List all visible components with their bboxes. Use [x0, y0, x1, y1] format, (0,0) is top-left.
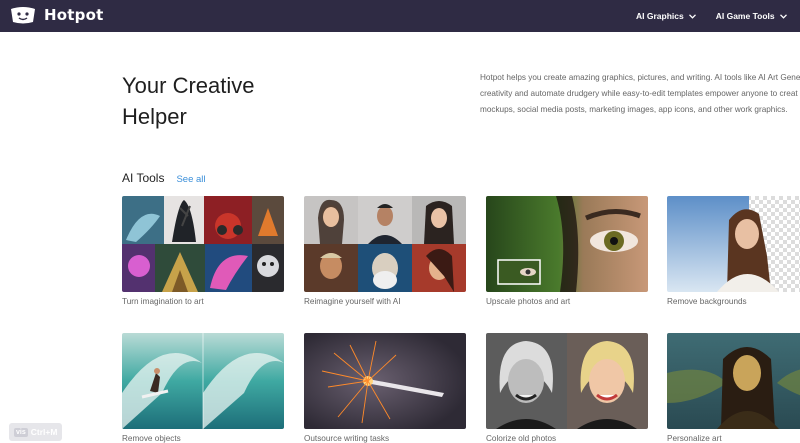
- tool-card-reimagine-yourself[interactable]: Reimagine yourself with AI: [304, 196, 466, 306]
- tool-card-upscale-photos[interactable]: Upscale photos and art: [486, 196, 648, 306]
- chevron-down-icon: [779, 13, 787, 19]
- tool-card-label: Remove backgrounds: [667, 297, 747, 306]
- page-title: Your Creative Helper: [122, 70, 322, 132]
- ai-art-collage-image: [122, 196, 284, 292]
- chevron-down-icon: [688, 13, 696, 19]
- tool-card-colorize-photos[interactable]: Colorize old photos: [486, 333, 648, 443]
- hero-description-line-3: mockups, social media posts, marketing i…: [480, 105, 788, 114]
- brand-name: Hotpot: [44, 6, 104, 24]
- tool-card-remove-objects[interactable]: Remove objects: [122, 333, 284, 443]
- top-nav-bar: Hotpot AI Graphics AI Game Tools AI: [0, 0, 800, 32]
- sparkling-pen-photo: [304, 333, 466, 429]
- shortcut-badge-icon: vis: [14, 427, 28, 437]
- tool-card-label: Colorize old photos: [486, 434, 557, 443]
- mona-lisa-art-image: [667, 333, 800, 429]
- tool-card-label: Outsource writing tasks: [304, 434, 390, 443]
- hero-description-line-1: Hotpot helps you create amazing graphics…: [480, 73, 800, 82]
- tool-card-label: Reimagine yourself with AI: [304, 297, 401, 306]
- page-title-line-1: Your Creative: [122, 73, 255, 98]
- hotpot-logo[interactable]: Hotpot: [10, 5, 103, 25]
- tool-card-label: Remove objects: [122, 434, 181, 443]
- tool-card-outsource-writing[interactable]: Outsource writing tasks: [304, 333, 466, 443]
- colorized-portrait-photo: [486, 333, 648, 429]
- shortcut-badge[interactable]: vis Ctrl+M: [9, 423, 63, 441]
- surfer-wave-photo: [122, 333, 284, 429]
- tool-card-personalize-art[interactable]: Personalize art: [667, 333, 800, 443]
- nav-ai-game-tools-label: AI Game Tools: [715, 11, 775, 21]
- tool-card-imagination-to-art[interactable]: Turn imagination to art: [122, 196, 284, 306]
- ai-tools-header: AI Tools See all: [122, 171, 206, 185]
- background-removal-photo: [667, 196, 800, 292]
- shortcut-badge-keys: Ctrl+M: [30, 427, 58, 437]
- page-title-line-2: Helper: [122, 104, 187, 129]
- nav-ai-graphics[interactable]: AI Graphics: [636, 11, 696, 21]
- section-title: AI Tools: [122, 171, 165, 185]
- main-nav: AI Graphics AI Game Tools AI: [636, 0, 800, 32]
- hotpot-logo-icon: [11, 7, 35, 24]
- tool-card-remove-backgrounds[interactable]: Remove backgrounds: [667, 196, 800, 306]
- ai-portraits-collage-image: [304, 196, 466, 292]
- nav-ai-game-tools[interactable]: AI Game Tools: [716, 11, 787, 21]
- hero-description-line-2: creativity and automate drudgery while e…: [480, 89, 798, 98]
- hero-description: Hotpot helps you create amazing graphics…: [480, 70, 800, 118]
- see-all-link[interactable]: See all: [176, 174, 205, 185]
- upscaled-eye-photo: [486, 196, 648, 292]
- tool-card-label: Upscale photos and art: [486, 297, 571, 306]
- tool-card-label: Turn imagination to art: [122, 297, 204, 306]
- nav-ai-graphics-label: AI Graphics: [636, 11, 684, 21]
- tool-card-label: Personalize art: [667, 434, 722, 443]
